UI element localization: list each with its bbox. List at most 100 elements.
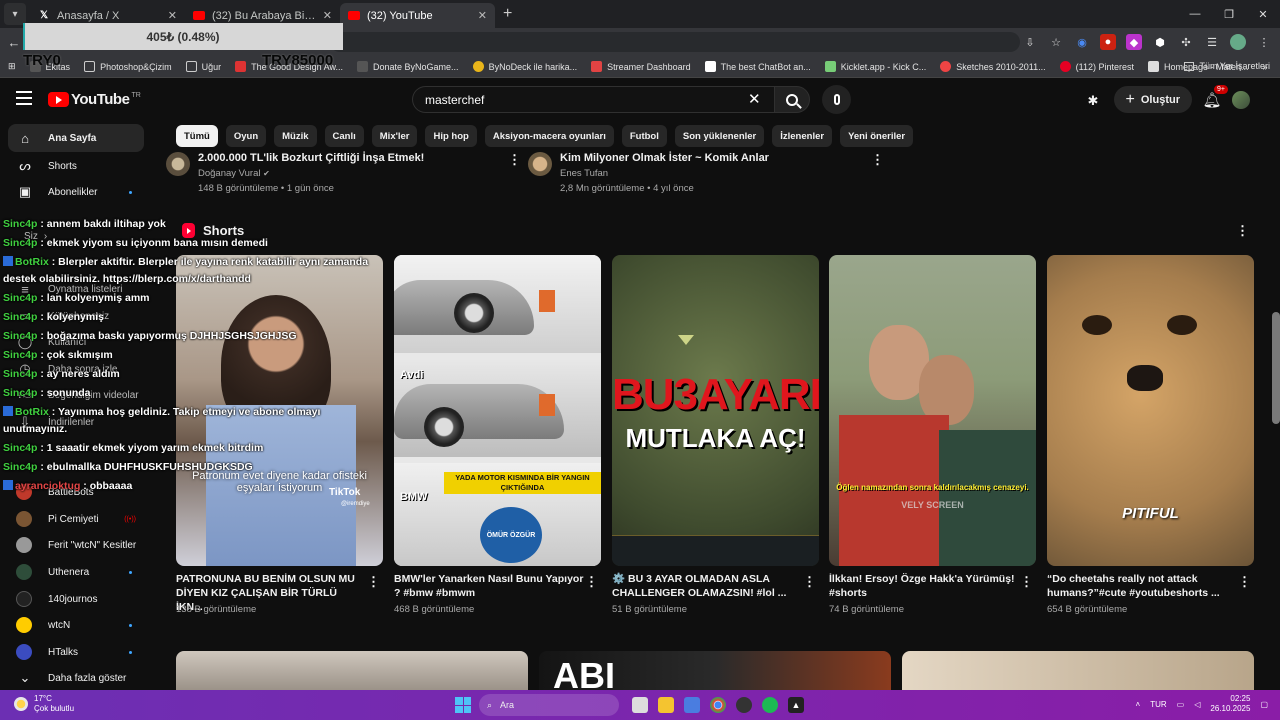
extension-icon[interactable]: ● bbox=[1100, 34, 1116, 50]
extension-icon[interactable]: ⬢ bbox=[1152, 34, 1168, 50]
search-input[interactable]: masterchef bbox=[412, 86, 774, 113]
bookmark-folder[interactable]: Photoshop&Çizim bbox=[84, 61, 172, 72]
notifications-button[interactable]: 🔔︎ 9+ bbox=[1202, 84, 1228, 110]
voice-search-button[interactable] bbox=[822, 85, 851, 114]
tray-overflow-icon[interactable]: ˄ bbox=[1136, 700, 1141, 709]
short-thumbnail[interactable]: Avdi BMW ÖMÜR ÖZGÜR YADA MOTOR KISMINDA … bbox=[394, 255, 601, 566]
video-card[interactable]: Kim Milyoner Olmak İster ~ Komik Anlar E… bbox=[528, 152, 769, 194]
chip-music[interactable]: Müzik bbox=[274, 125, 317, 147]
maximize-icon[interactable]: ❐ bbox=[1212, 0, 1246, 28]
shelf-more-icon[interactable]: ⋮ bbox=[1236, 223, 1249, 239]
channel-name[interactable]: Enes Tufan bbox=[560, 168, 769, 179]
video-title[interactable]: Kim Milyoner Olmak İster ~ Komik Anlar bbox=[560, 152, 769, 164]
clear-search-icon[interactable]: ✕ bbox=[748, 90, 761, 108]
chip-all[interactable]: Tümü bbox=[176, 125, 218, 147]
bookmark-item[interactable]: Kicklet.app - Kick C... bbox=[824, 61, 926, 72]
video-card[interactable]: 2.000.000 TL'lik Bozkurt Çiftliği İnşa E… bbox=[166, 152, 424, 194]
tab-close-icon[interactable]: ✕ bbox=[323, 9, 332, 22]
sidebar-channel[interactable]: Pi Cemiyeti ((•)) bbox=[8, 505, 144, 533]
sidebar-channel[interactable]: 140journos bbox=[8, 585, 144, 613]
create-button[interactable]: + Oluştur bbox=[1113, 86, 1192, 113]
channel-name[interactable]: Doğanay Vural ✔ bbox=[198, 168, 424, 179]
more-actions-icon[interactable]: ⋮ bbox=[367, 574, 380, 590]
short-title[interactable]: BMW'ler Yanarken Nasıl Bunu Yapıyor ? #b… bbox=[394, 572, 584, 600]
file-explorer-icon[interactable] bbox=[658, 697, 674, 713]
task-view-icon[interactable] bbox=[632, 697, 648, 713]
video-thumbnail[interactable]: ABI bbox=[539, 651, 891, 696]
short-thumbnail[interactable]: PITIFUL bbox=[1047, 255, 1254, 566]
bookmark-folder[interactable]: Uğur bbox=[185, 61, 221, 72]
youtube-logo[interactable]: YouTube TR bbox=[48, 91, 141, 108]
store-icon[interactable] bbox=[684, 697, 700, 713]
network-icon[interactable]: ▭ bbox=[1177, 700, 1185, 709]
epic-games-icon[interactable]: ▲ bbox=[788, 697, 804, 713]
chip-hiphop[interactable]: Hip hop bbox=[425, 125, 477, 147]
short-title[interactable]: İlkkan! Ersoy! Özge Hakk'a Yürümüş! #sho… bbox=[829, 572, 1019, 600]
menu-icon[interactable] bbox=[16, 91, 32, 105]
tab-search-button[interactable]: ▾ bbox=[4, 3, 26, 25]
chip-mixes[interactable]: Mix'ler bbox=[371, 125, 418, 147]
video-thumbnail[interactable] bbox=[902, 651, 1254, 691]
bookmark-item[interactable]: Sketches 2010-2011... bbox=[940, 61, 1046, 72]
sidebar-show-more[interactable]: ⌄ Daha fazla göster bbox=[8, 664, 144, 692]
more-actions-icon[interactable]: ⋮ bbox=[803, 574, 816, 590]
more-actions-icon[interactable]: ⋮ bbox=[508, 152, 521, 168]
search-button[interactable] bbox=[774, 86, 810, 113]
volume-icon[interactable]: ◁ bbox=[1194, 700, 1200, 709]
chip-recently-uploaded[interactable]: Son yüklenenler bbox=[674, 125, 765, 147]
video-thumbnail[interactable] bbox=[176, 651, 528, 691]
taskbar-search[interactable]: ⌕ Ara bbox=[479, 694, 619, 716]
new-tab-button[interactable]: + bbox=[503, 5, 512, 23]
install-app-icon[interactable]: ⇩ bbox=[1022, 34, 1038, 50]
account-avatar[interactable] bbox=[1232, 90, 1250, 109]
sidebar-channel[interactable]: Uthenera bbox=[8, 558, 144, 586]
more-actions-icon[interactable]: ⋮ bbox=[871, 152, 884, 168]
language-indicator[interactable]: TUR bbox=[1150, 700, 1166, 709]
chip-watched[interactable]: İzlenenler bbox=[772, 125, 833, 147]
more-actions-icon[interactable]: ⋮ bbox=[1238, 574, 1251, 590]
notifications-icon[interactable]: ▢ bbox=[1260, 700, 1268, 709]
chip-action-adventure[interactable]: Aksiyon-macera oyunları bbox=[484, 125, 614, 147]
spotify-icon[interactable] bbox=[762, 697, 778, 713]
sidebar-item-subscriptions[interactable]: ▣ Abonelikler bbox=[8, 178, 144, 206]
more-actions-icon[interactable]: ⋮ bbox=[585, 574, 598, 590]
extension-icon[interactable]: ◆ bbox=[1126, 34, 1142, 50]
short-thumbnail[interactable]: BU3AYARI MUTLAKA AÇ! bbox=[612, 255, 819, 566]
page-scrollbar[interactable] bbox=[1272, 312, 1280, 424]
apps-grid-icon[interactable]: ⊞ bbox=[8, 61, 16, 72]
clock[interactable]: 02:25 26.10.2025 bbox=[1210, 694, 1250, 714]
bookmark-item[interactable]: Donate ByNoGame... bbox=[357, 61, 459, 72]
short-title[interactable]: “Do cheetahs really not attack humans?”#… bbox=[1047, 572, 1237, 600]
all-bookmarks-folder[interactable]: Tüm Yer İşaretleri bbox=[1184, 61, 1270, 71]
sidebar-channel[interactable]: Ferit "wtcN" Kesitler bbox=[8, 531, 144, 559]
chip-football[interactable]: Futbol bbox=[621, 125, 667, 147]
sidebar-channel[interactable]: wtcN bbox=[8, 611, 144, 639]
browser-menu-icon[interactable]: ⋮ bbox=[1256, 34, 1272, 50]
short-title[interactable]: ⚙️ BU 3 AYAR OLMADAN ASLA CHALLENGER OLA… bbox=[612, 572, 802, 600]
close-window-icon[interactable]: ✕ bbox=[1246, 0, 1280, 28]
profile-avatar-icon[interactable] bbox=[1230, 34, 1246, 50]
sidebar-item-home[interactable]: ⌂ Ana Sayfa bbox=[8, 124, 144, 152]
extensions-puzzle-icon[interactable]: ✣ bbox=[1178, 34, 1194, 50]
chrome-icon[interactable] bbox=[710, 697, 726, 713]
short-thumbnail[interactable]: Öğlen namazından sonra kaldırılacakmış c… bbox=[829, 255, 1036, 566]
video-title[interactable]: 2.000.000 TL'lik Bozkurt Çiftliği İnşa E… bbox=[198, 152, 424, 164]
bookmark-item[interactable]: Streamer Dashboard bbox=[591, 61, 691, 72]
tab-youtube-home[interactable]: (32) YouTube ✕ bbox=[340, 3, 495, 28]
chip-new-to-you[interactable]: Yeni öneriler bbox=[840, 125, 914, 147]
more-actions-icon[interactable]: ⋮ bbox=[1020, 574, 1033, 590]
tab-close-icon[interactable]: ✕ bbox=[168, 9, 177, 22]
tab-close-icon[interactable]: ✕ bbox=[478, 9, 487, 22]
chip-live[interactable]: Canlı bbox=[324, 125, 364, 147]
bookmark-item[interactable]: ByNoDeck ile harika... bbox=[472, 61, 577, 72]
sidebar-item-shorts[interactable]: ᔕ Shorts bbox=[8, 152, 144, 180]
reading-list-icon[interactable]: ☰ bbox=[1204, 34, 1220, 50]
bookmark-item[interactable]: (112) Pinterest bbox=[1059, 61, 1134, 72]
chip-gaming[interactable]: Oyun bbox=[225, 125, 267, 147]
extension-icon[interactable]: ◉ bbox=[1074, 34, 1090, 50]
channel-avatar[interactable] bbox=[528, 152, 552, 176]
sidebar-channel[interactable]: HTalks bbox=[8, 638, 144, 666]
weather-widget[interactable]: 17°C Çok bulutlu bbox=[14, 694, 74, 714]
cast-icon[interactable]: ✱ bbox=[1088, 93, 1104, 108]
bookmark-star-icon[interactable]: ☆ bbox=[1048, 34, 1064, 50]
